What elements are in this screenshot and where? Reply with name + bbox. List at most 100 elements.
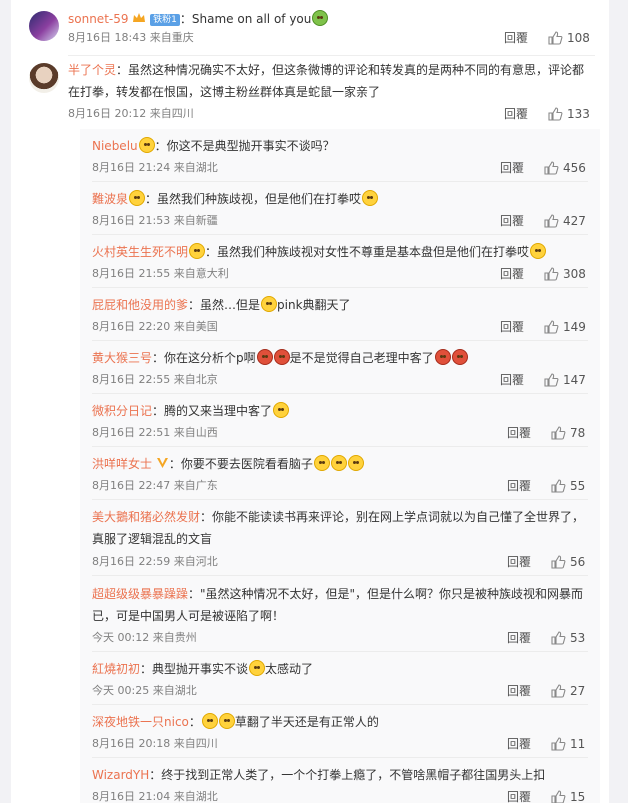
like-count: 147 (563, 373, 586, 387)
location: 来自北京 (173, 373, 218, 386)
reply-body-tail: pink典翻天了 (277, 298, 351, 312)
location: 来自河北 (173, 555, 218, 568)
username-link[interactable]: 難波泉 (92, 192, 128, 206)
thumbs-up-icon (551, 737, 566, 751)
reply-body: ：腾的又来当理中客了 (152, 404, 273, 418)
verified-v-icon (156, 458, 168, 468)
username-link[interactable]: 洪咩咩女士 (92, 457, 152, 471)
badge-icon (138, 137, 155, 153)
like-button[interactable]: 427 (544, 213, 586, 229)
like-button[interactable]: 133 (548, 106, 590, 122)
comment-feed: sonnet-59 铁粉1 ：Shame on all of you 8月16日 … (11, 0, 609, 803)
thumbs-up-icon (551, 479, 566, 493)
location: 来自四川 (149, 107, 194, 120)
reply-button[interactable]: 回覆 (500, 160, 524, 176)
thumbs-up-icon (551, 631, 566, 645)
timestamp: 8月16日 21:24 (92, 161, 171, 174)
comment-body: ：虽然这种情况确实不太好，但这条微博的评论和转发真的是两种不同的有意思，评论都在… (68, 63, 585, 99)
like-count: 149 (563, 320, 586, 334)
like-button[interactable]: 56 (551, 554, 585, 570)
like-button[interactable]: 27 (551, 683, 585, 699)
like-count: 108 (567, 31, 590, 45)
badge-icon (189, 243, 206, 259)
reply-item: 超超级级暴暴躁躁："虽然这种情况不太好，但是"，但是什么啊？你只是被种族歧视和网… (80, 576, 600, 652)
reply-item: 紅燒初初：典型抛开事实不谈 太感动了 今天 00:25 来自湖北 回覆 27 (80, 652, 600, 705)
comment-meta: 8月16日 20:12 来自四川 (68, 106, 194, 122)
timestamp: 8月16日 21:04 (92, 790, 171, 803)
username-link[interactable]: Niebelu (92, 139, 138, 153)
reply-button[interactable]: 回覆 (500, 319, 524, 335)
like-button[interactable]: 55 (551, 478, 585, 494)
like-count: 15 (570, 790, 586, 803)
location: 来自湖北 (173, 790, 218, 803)
reply-button[interactable]: 回覆 (500, 213, 524, 229)
reply-body: ：你要不要去医院看看脑子 (168, 457, 313, 471)
reply-button[interactable]: 回覆 (504, 30, 528, 46)
reply-button[interactable]: 回覆 (500, 372, 524, 388)
like-button[interactable]: 308 (544, 266, 586, 282)
sad-face-icon (330, 455, 347, 471)
like-button[interactable]: 149 (544, 319, 586, 335)
location: 来自新疆 (173, 214, 218, 227)
laughing-face-icon (261, 296, 278, 312)
username-link[interactable]: 美大鵝和猪必然发财 (92, 510, 200, 524)
like-count: 11 (570, 737, 586, 751)
username-link[interactable]: sonnet-59 (68, 12, 129, 26)
username-link[interactable]: WizardYH (92, 768, 149, 782)
location: 来自广东 (173, 479, 218, 492)
avatar[interactable] (29, 11, 59, 41)
reply-button[interactable]: 回覆 (507, 736, 531, 752)
location: 来自山西 (173, 426, 218, 439)
reply-button[interactable]: 回覆 (507, 425, 531, 441)
like-count: 308 (563, 267, 586, 281)
username-link[interactable]: 超超级级暴暴躁躁 (92, 587, 188, 601)
username-link[interactable]: 深夜地铁一只nico (92, 715, 189, 729)
thumbs-up-icon (548, 31, 563, 45)
reply-item: 難波泉 ：虽然我们种族歧视，但是他们在打拳哎 8月16日 21:53 来自新疆 回… (80, 182, 600, 235)
reply-item: 屁屁和他没用的爹：虽然…但是 pink典翻天了 8月16日 22:20 来自美国 … (80, 288, 600, 341)
thumbs-up-icon (551, 790, 566, 803)
like-button[interactable]: 108 (548, 30, 590, 46)
thumbs-up-icon (551, 426, 566, 440)
reply-button[interactable]: 回覆 (504, 106, 528, 122)
location: 来自湖北 (173, 161, 218, 174)
reply-button[interactable]: 回覆 (507, 683, 531, 699)
laugh-cry-icon (201, 713, 218, 729)
reply-body-tail: 草翻了半天还是有正常人的 (234, 715, 379, 729)
like-button[interactable]: 78 (551, 425, 585, 441)
username-link[interactable]: 屁屁和他没用的爹 (92, 298, 188, 312)
reply-button[interactable]: 回覆 (507, 789, 531, 803)
location: 来自重庆 (149, 31, 194, 44)
avatar[interactable] (29, 63, 59, 93)
reply-button[interactable]: 回覆 (507, 630, 531, 646)
location: 来自四川 (173, 737, 218, 750)
comment-text: 半了个灵：虽然这种情况确实不太好，但这条微博的评论和转发真的是两种不同的有意思，… (68, 59, 595, 103)
username-link[interactable]: 半了个灵 (68, 63, 116, 77)
reply-button[interactable]: 回覆 (507, 554, 531, 570)
laugh-cry-icon (218, 713, 235, 729)
like-button[interactable]: 11 (551, 736, 585, 752)
reply-item: 黄大猴三号：你在这分析个p啊 是不是觉得自己老理中客了 8月16日 22:55 来… (80, 341, 600, 394)
location: 来自贵州 (152, 631, 197, 644)
reply-button[interactable]: 回覆 (500, 266, 524, 282)
like-button[interactable]: 147 (544, 372, 586, 388)
username-link[interactable]: 黄大猴三号 (92, 351, 152, 365)
username-link[interactable]: 微积分日记 (92, 404, 152, 418)
username-link[interactable]: 紅燒初初 (92, 662, 140, 676)
reply-body-tail: 太感动了 (265, 662, 314, 676)
like-button[interactable]: 53 (551, 630, 585, 646)
comment-item: 半了个灵：虽然这种情况确实不太好，但这条微博的评论和转发真的是两种不同的有意思，… (11, 56, 609, 129)
reply-item: 深夜地铁一只nico： 草翻了半天还是有正常人的 8月16日 20:18 来自四川… (80, 705, 600, 758)
reply-button[interactable]: 回覆 (507, 478, 531, 494)
timestamp: 8月16日 22:59 (92, 555, 171, 568)
thumbs-up-icon (544, 373, 559, 387)
username-link[interactable]: 火村英生生死不明 (92, 245, 188, 259)
timestamp: 今天 00:25 (92, 684, 150, 697)
like-button[interactable]: 456 (544, 160, 586, 176)
like-button[interactable]: 15 (551, 789, 585, 803)
reply-body: ：你这不是典型抛开事实不谈吗？ (154, 139, 335, 153)
angry-face-icon (451, 349, 468, 365)
vomit-face-icon (273, 402, 290, 418)
timestamp: 8月16日 21:55 (92, 267, 171, 280)
like-count: 78 (570, 426, 586, 440)
